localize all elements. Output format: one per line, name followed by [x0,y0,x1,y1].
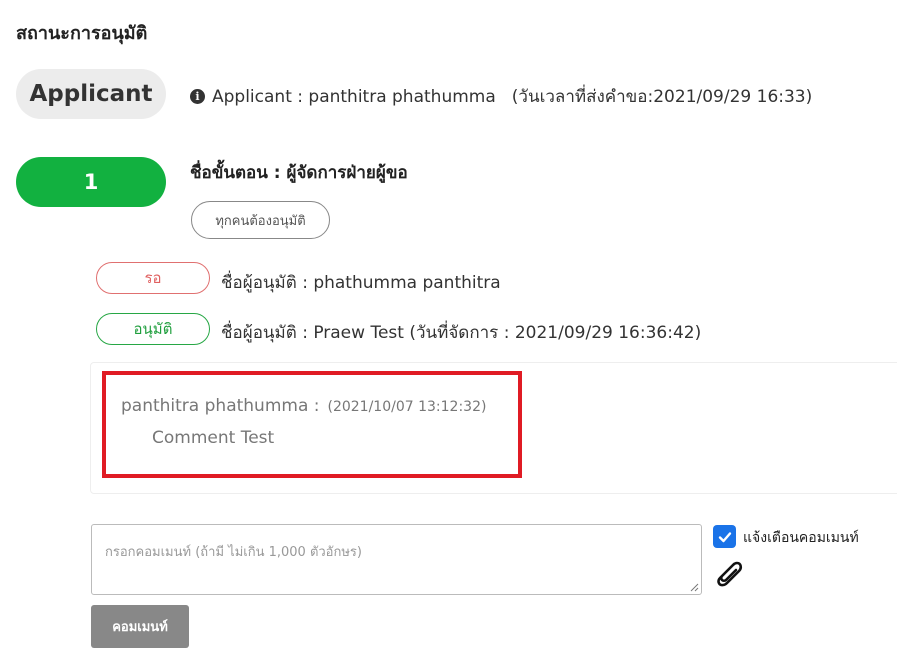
resize-grip-icon[interactable] [689,582,699,592]
approver-name-with-date: ชื่อผู้อนุมัติ : Praew Test (วันที่จัดกา… [221,323,702,343]
applicant-badge: Applicant [16,69,166,119]
status-badge-approved: อนุมัติ [96,313,210,345]
submit-comment-button[interactable]: คอมเมนท์ [91,605,189,648]
notify-label: แจ้งเตือนคอมเมนท์ [743,530,859,546]
info-circle-icon: i [190,89,205,104]
comment-author: panthitra phathumma : [121,396,320,416]
all-must-approve-tag: ทุกคนต้องอนุมัติ [191,201,330,239]
checkmark-icon [718,531,731,542]
request-timestamp: (วันเวลาที่ส่งคำขอ:2021/09/29 16:33) [511,87,813,107]
notify-checkbox[interactable] [713,525,736,548]
paperclip-icon[interactable] [712,558,746,590]
step-title: ชื่อขั้นตอน : ผู้จัดการฝ่ายผู้ขอ [190,163,408,183]
status-badge-pending: รอ [96,262,210,294]
applicant-name: Applicant : panthitra phathumma [212,86,496,107]
comment-header: panthitra phathumma : (2021/10/07 13:12:… [121,396,486,416]
approver-name: ชื่อผู้อนุมัติ : phathumma panthitra [221,273,501,293]
comment-input[interactable] [91,524,702,595]
section-title: สถานะการอนุมัติ [16,23,148,44]
step-number-badge: 1 [16,157,166,207]
highlight-annotation-box [102,371,522,478]
comment-timestamp: (2021/10/07 13:12:32) [327,399,487,415]
applicant-info: i Applicant : panthitra phathumma (วันเว… [190,83,812,110]
comment-text: Comment Test [152,428,275,448]
